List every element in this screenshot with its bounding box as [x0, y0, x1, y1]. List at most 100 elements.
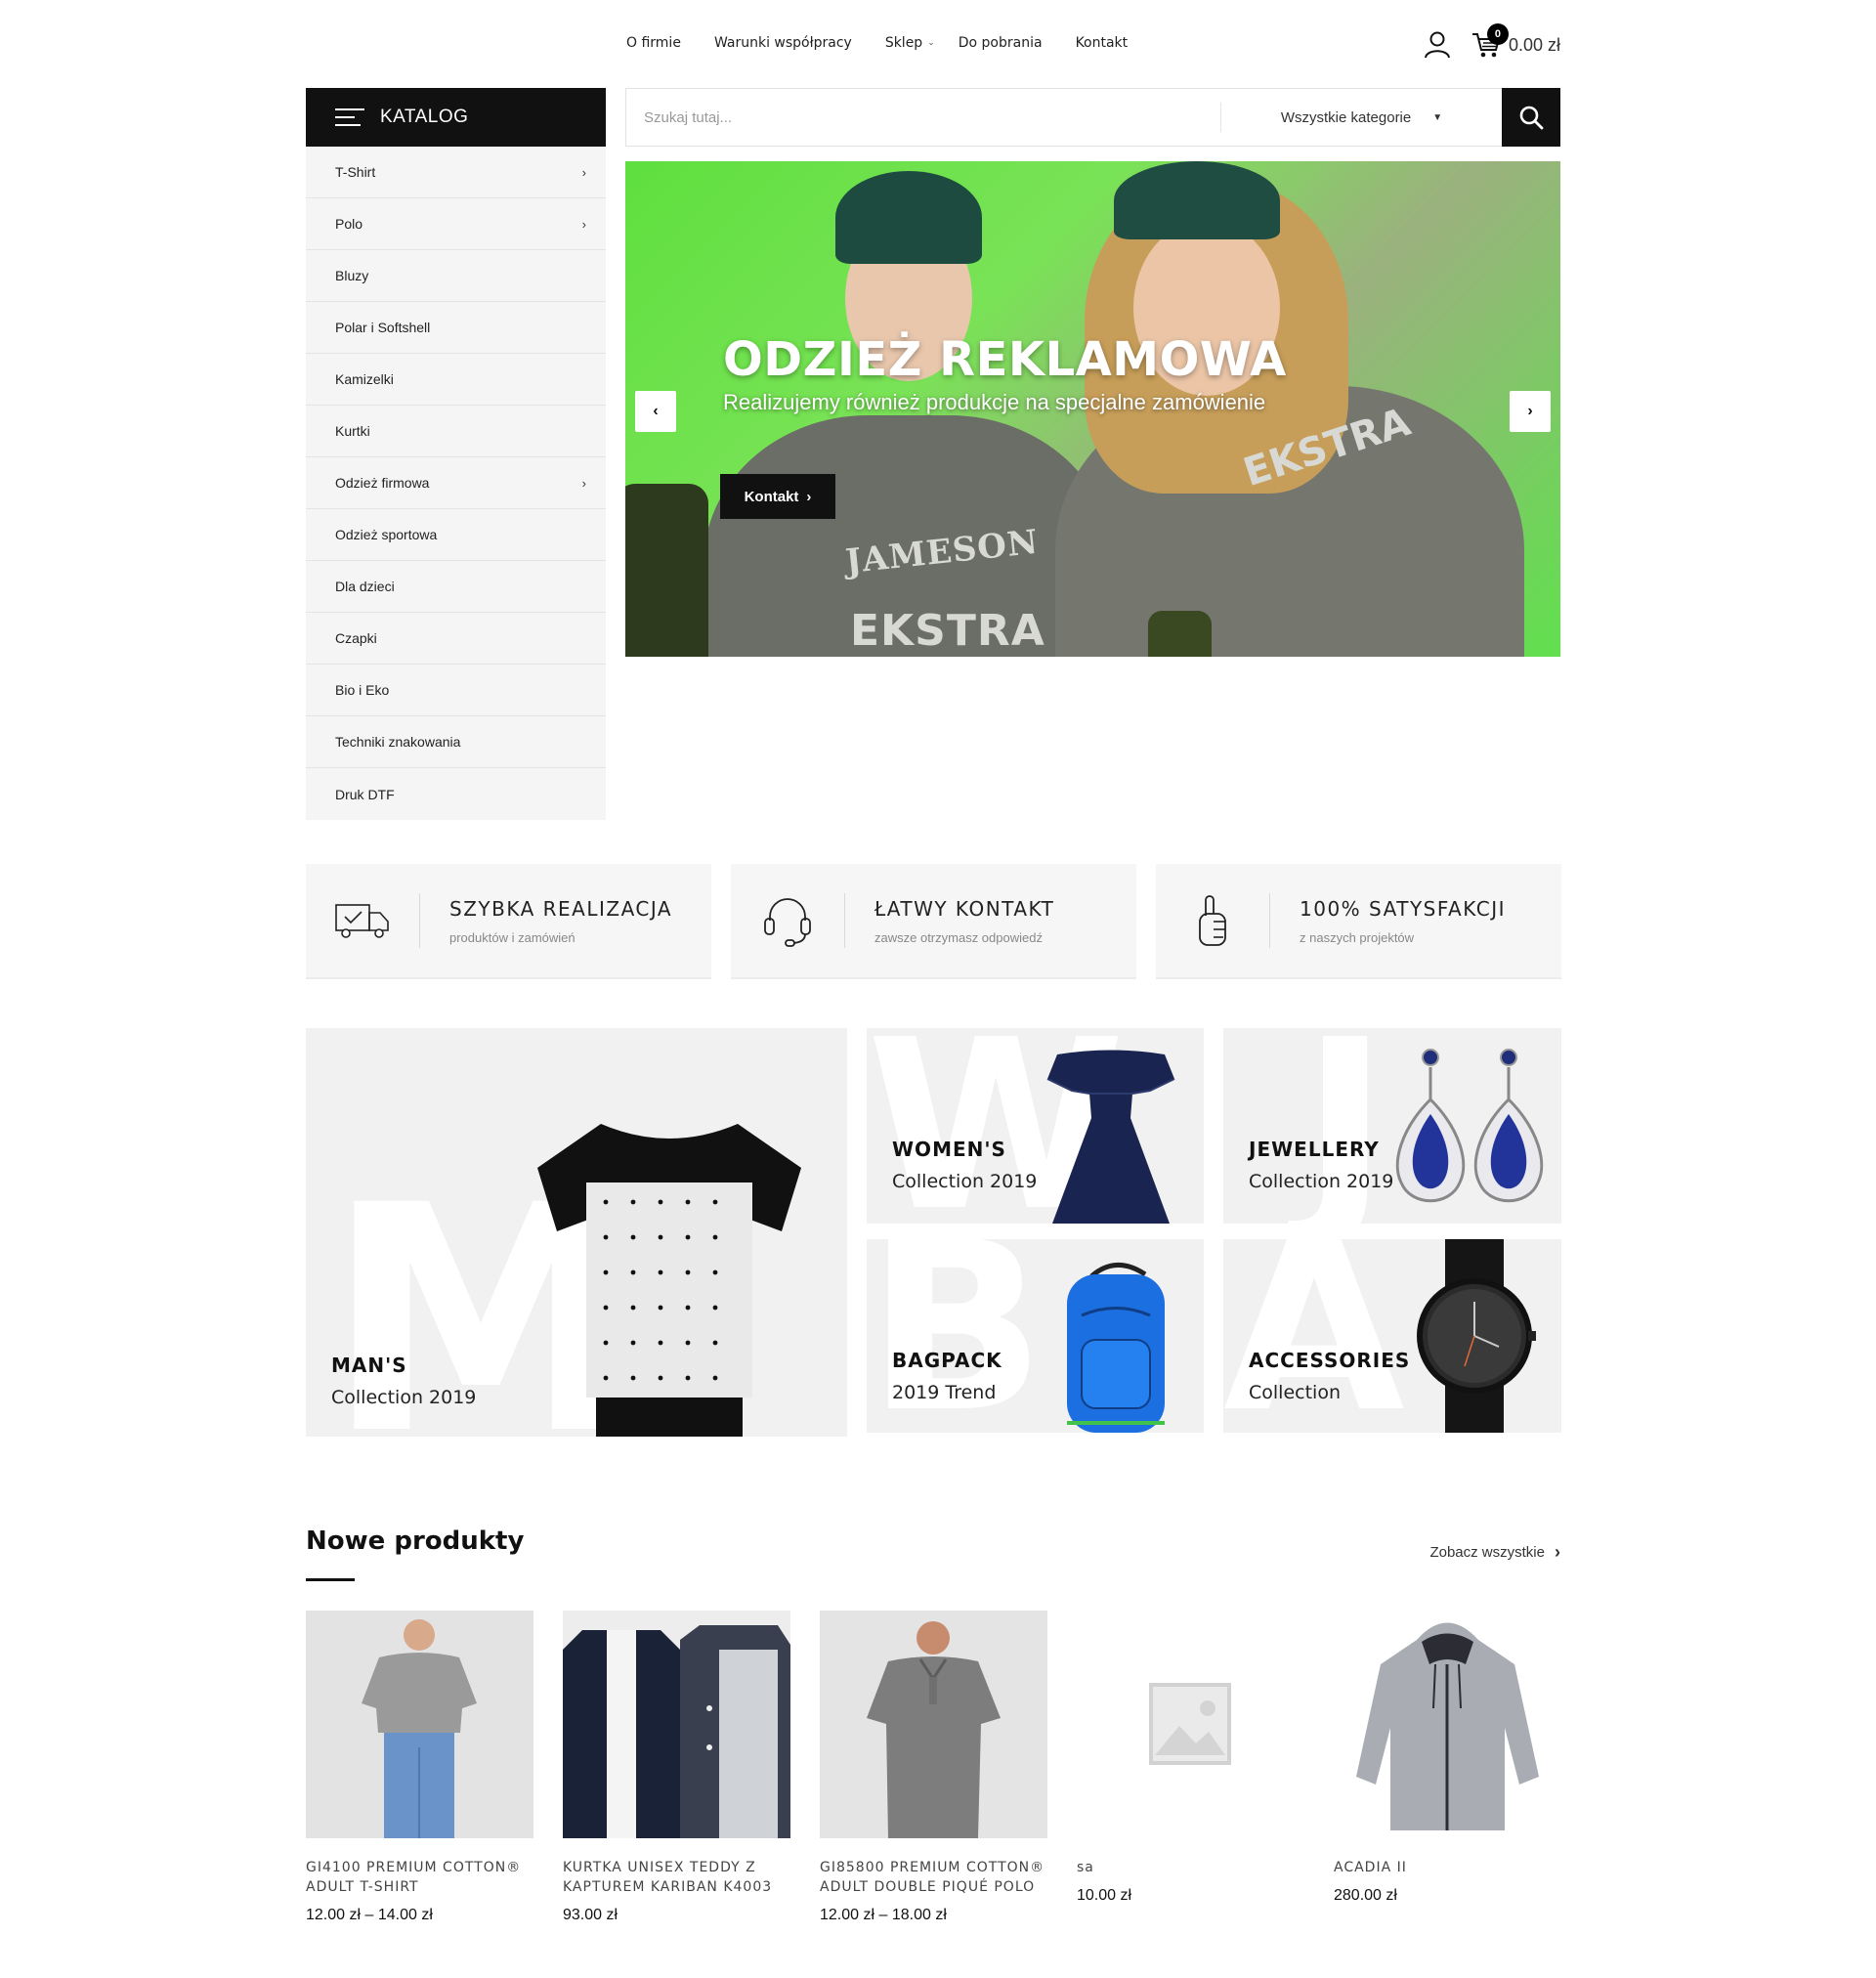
chevron-right-icon: ›: [1555, 1542, 1560, 1562]
catalog-list: T-Shirt › Polo › Bluzy Polar i Softshell K…: [306, 147, 606, 820]
jacket-models-image: [563, 1625, 790, 1838]
product-image[interactable]: [306, 1611, 533, 1838]
banner-subtitle: 2019 Trend: [892, 1382, 997, 1403]
headset-icon: [764, 898, 811, 947]
product-price: 93.00 zł: [563, 1907, 618, 1923]
thumbs-up-icon: [1199, 895, 1226, 946]
chevron-right-icon: ›: [581, 475, 586, 491]
product-name[interactable]: GI85800 PREMIUM COTTON® ADULT DOUBLE PIQ…: [820, 1858, 1047, 1897]
catalog-header[interactable]: KATALOG: [306, 88, 606, 147]
nav-do-pobrania[interactable]: Do pobrania: [959, 35, 1043, 51]
catalog-item-label: Druk DTF: [335, 786, 395, 802]
product-name[interactable]: sa: [1077, 1858, 1304, 1877]
catalog-item-czapki[interactable]: Czapki: [306, 613, 606, 665]
banner-mans-collection[interactable]: M MAN'S Collection 2019: [306, 1028, 847, 1437]
product-name[interactable]: ACADIA II: [1334, 1858, 1561, 1877]
hero-contact-button[interactable]: Kontakt ›: [720, 474, 835, 519]
header-actions: 0 0.00 zł: [1423, 23, 1560, 63]
feature-separator: [419, 893, 420, 948]
category-select-label: Wszystkie kategorie: [1280, 108, 1412, 126]
see-all-label: Zobacz wszystkie: [1429, 1544, 1545, 1561]
product-card[interactable]: GI4100 PREMIUM COTTON® ADULT T-SHIRT 12.…: [306, 1611, 533, 1924]
category-select[interactable]: Wszystkie kategorie ▼: [1221, 89, 1502, 146]
tshirt-image: [537, 1124, 801, 1437]
banner-title: MAN'S: [331, 1354, 407, 1377]
product-card[interactable]: KURTKA UNISEX TEDDY Z KAPTUREM KARIBAN K…: [563, 1611, 790, 1924]
nav-o-firmie[interactable]: O firmie: [626, 35, 681, 51]
banner-bg-letter: B: [867, 1239, 1045, 1433]
features-row: SZYBKA REALIZACJA produktów i zamówień Ł…: [306, 864, 1561, 979]
feature-fast-delivery: SZYBKA REALIZACJA produktów i zamówień: [306, 864, 711, 979]
search-button[interactable]: [1502, 88, 1560, 147]
catalog-item-bluzy[interactable]: Bluzy: [306, 250, 606, 302]
dress-image: [1046, 1050, 1175, 1224]
product-price: 10.00 zł: [1077, 1887, 1132, 1904]
catalog-item-t-shirt[interactable]: T-Shirt ›: [306, 147, 606, 198]
backpack-image: [1067, 1263, 1165, 1433]
banner-jewellery-collection[interactable]: J JEWELLERY Collection 2019: [1223, 1028, 1561, 1224]
chevron-left-icon: ‹: [653, 403, 659, 419]
title-underline: [306, 1578, 355, 1581]
tshirt-model-image: [362, 1619, 477, 1838]
banner-bg-letter: J: [1301, 1028, 1389, 1224]
catalog-item-bio-eko[interactable]: Bio i Eko: [306, 665, 606, 716]
banner-womens-collection[interactable]: W WOMEN'S Collection 2019: [867, 1028, 1204, 1224]
catalog-title: KATALOG: [380, 107, 469, 127]
menu-icon: [335, 108, 364, 126]
product-image[interactable]: [1334, 1611, 1561, 1838]
search-input[interactable]: [626, 89, 1220, 146]
product-card[interactable]: ACADIA II 280.00 zł: [1334, 1611, 1561, 1905]
product-image[interactable]: [563, 1611, 790, 1838]
catalog-item-polo[interactable]: Polo ›: [306, 198, 606, 250]
product-image[interactable]: [1077, 1611, 1304, 1838]
nav-sklep-label: Sklep: [884, 35, 923, 51]
truck-icon: [335, 904, 389, 938]
hero-photo-shape: [835, 171, 982, 264]
hero-contact-label: Kontakt: [744, 488, 799, 505]
catalog-item-polar[interactable]: Polar i Softshell: [306, 302, 606, 354]
catalog-item-label: Kamizelki: [335, 371, 394, 387]
catalog-item-odziez-sportowa[interactable]: Odzież sportowa: [306, 509, 606, 561]
feature-subtitle: z naszych projektów: [1300, 929, 1415, 945]
nav-warunki[interactable]: Warunki współpracy: [714, 35, 852, 51]
product-card[interactable]: GI85800 PREMIUM COTTON® ADULT DOUBLE PIQ…: [820, 1611, 1047, 1924]
new-products-title: Nowe produkty: [306, 1526, 525, 1556]
catalog-item-kamizelki[interactable]: Kamizelki: [306, 354, 606, 406]
banner-title: JEWELLERY: [1249, 1138, 1380, 1161]
catalog-item-odziez-firmowa[interactable]: Odzież firmowa ›: [306, 457, 606, 509]
hero-photo-shape: [1114, 161, 1280, 239]
product-name[interactable]: GI4100 PREMIUM COTTON® ADULT T-SHIRT: [306, 1858, 533, 1897]
earrings-image: [1395, 1049, 1544, 1203]
feature-subtitle: produktów i zamówień: [449, 929, 576, 945]
banner-bg-letter: A: [1223, 1239, 1405, 1433]
hero-shirt-print: EKSTRA: [850, 606, 1045, 656]
product-name[interactable]: KURTKA UNISEX TEDDY Z KAPTUREM KARIBAN K…: [563, 1858, 790, 1897]
chevron-right-icon: ›: [806, 488, 812, 505]
banner-title: BAGPACK: [892, 1349, 1002, 1372]
catalog-item-label: Polo: [335, 216, 363, 232]
hoodie-image: [1356, 1622, 1539, 1830]
slider-prev-button[interactable]: ‹: [635, 391, 676, 432]
catalog-item-kurtki[interactable]: Kurtki: [306, 406, 606, 457]
image-placeholder-icon: [1149, 1683, 1231, 1765]
catalog-item-druk-dtf[interactable]: Druk DTF: [306, 768, 606, 820]
nav-kontakt[interactable]: Kontakt: [1076, 35, 1129, 51]
user-icon[interactable]: [1423, 30, 1452, 60]
see-all-link[interactable]: Zobacz wszystkie ›: [1429, 1542, 1560, 1563]
product-image[interactable]: [820, 1611, 1047, 1838]
catalog-item-label: T-Shirt: [335, 164, 376, 180]
cart-button[interactable]: 0 0.00 zł: [1471, 23, 1560, 59]
catalog-item-techniki[interactable]: Techniki znakowania: [306, 716, 606, 768]
banner-bagpack[interactable]: B BAGPACK 2019 Trend: [867, 1239, 1204, 1433]
product-card[interactable]: sa 10.00 zł: [1077, 1611, 1304, 1905]
cart-total: 0.00 zł: [1508, 34, 1560, 55]
hero-slider: JAMESON EKSTRA EKSTRA ODZIEŻ REKLAMOWA R…: [625, 161, 1560, 657]
slider-next-button[interactable]: ›: [1510, 391, 1551, 432]
catalog-item-label: Techniki znakowania: [335, 734, 461, 750]
banner-accessories[interactable]: A ACCESSORIES Collection: [1223, 1239, 1561, 1433]
nav-sklep[interactable]: Sklep ⌄: [885, 35, 935, 51]
catalog-item-label: Czapki: [335, 630, 377, 646]
catalog-item-label: Kurtki: [335, 423, 370, 439]
catalog-item-dla-dzieci[interactable]: Dla dzieci: [306, 561, 606, 613]
banner-subtitle: Collection 2019: [892, 1171, 1038, 1192]
